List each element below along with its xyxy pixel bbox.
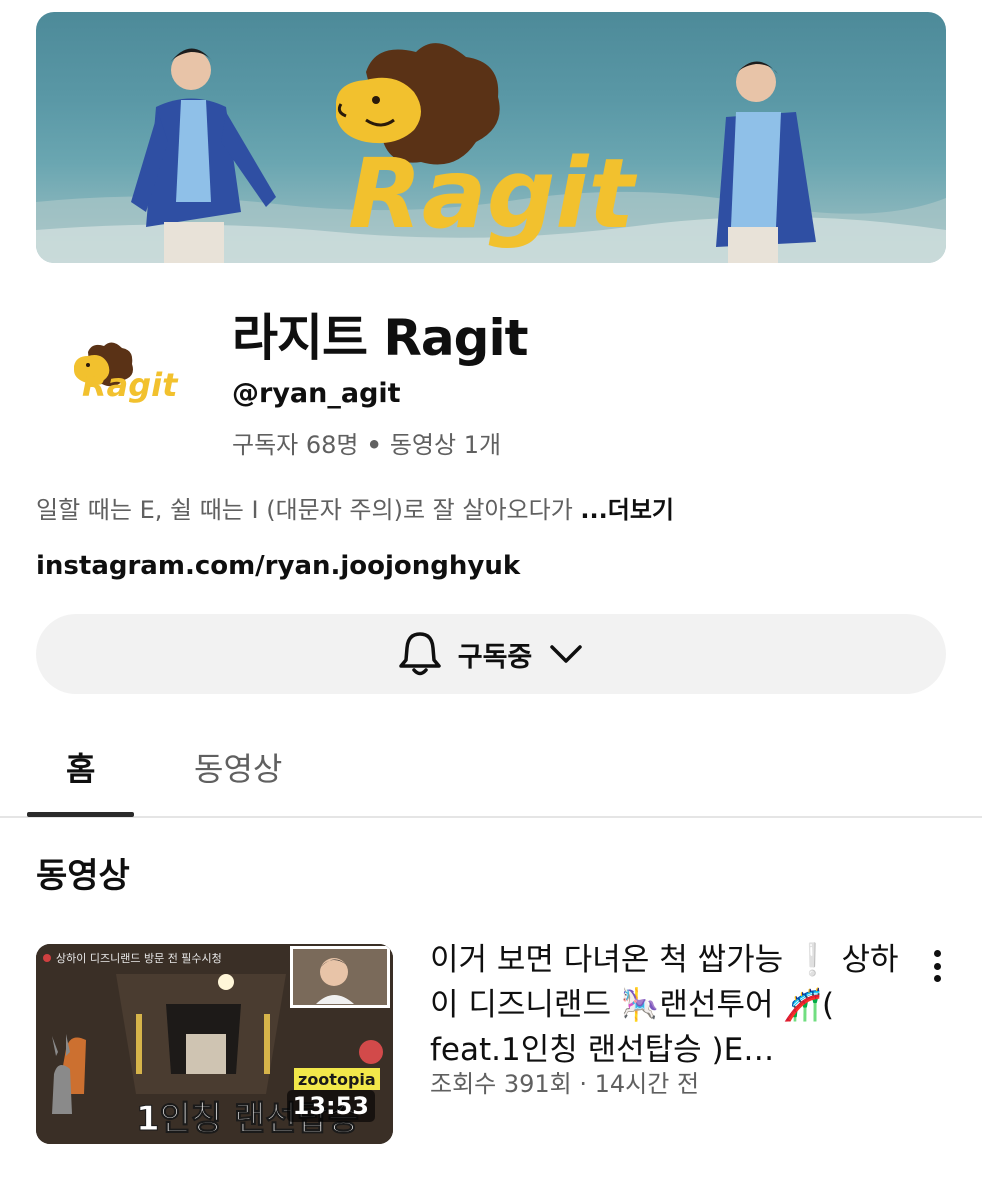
channel-title: 라지트 Ragit [232, 309, 528, 367]
video-meta: 조회수 391회 · 14시간 전 [430, 1070, 700, 1098]
chevron-down-icon [550, 645, 583, 663]
tab-videos[interactable]: 동영상 [194, 744, 282, 790]
svg-text:Ragit: Ragit [348, 138, 637, 250]
tab-home[interactable]: 홈 [66, 744, 95, 790]
svg-text:Ragit: Ragit [82, 366, 179, 404]
kebab-dot [933, 950, 941, 957]
channel-avatar[interactable]: Ragit [48, 312, 184, 448]
subscriber-count: 구독자 68명 [232, 431, 359, 459]
bell-icon [398, 632, 441, 676]
svg-text:상하이 디즈니랜드 방문 전 필수시청: 상하이 디즈니랜드 방문 전 필수시청 [56, 951, 222, 965]
video-thumbnail[interactable]: 상하이 디즈니랜드 방문 전 필수시청 zootopia 1인칭 랜선탑승 13… [36, 944, 393, 1144]
channel-description[interactable]: 일할 때는 E, 쉴 때는 I (대문자 주의)로 잘 살아오다가 ...더보기 [36, 490, 674, 525]
video-count: 동영상 1개 [389, 431, 502, 459]
stats-separator: • [366, 431, 382, 459]
subscribe-label: 구독중 [457, 641, 533, 673]
more-link[interactable]: ...더보기 [580, 496, 674, 524]
subscribe-button[interactable]: 구독중 [36, 614, 946, 694]
channel-stats: 구독자 68명 • 동영상 1개 [232, 425, 501, 460]
video-duration: 13:53 [286, 1090, 375, 1122]
banner-lion-logo: Ragit [336, 43, 637, 250]
channel-banner: Ragit [36, 12, 946, 263]
channel-tabs: 홈 동영상 [0, 720, 982, 818]
kebab-dot [933, 975, 941, 982]
kebab-dot [933, 962, 941, 970]
channel-link[interactable]: instagram.com/ryan.joojonghyuk [36, 551, 520, 581]
active-tab-indicator [27, 812, 134, 817]
more-options-icon[interactable] [922, 946, 952, 986]
channel-handle: @ryan_agit [232, 378, 401, 409]
svg-text:zootopia: zootopia [298, 1070, 376, 1089]
banner-person-right [716, 61, 816, 263]
video-title[interactable]: 이거 보면 다녀온 척 쌉가능 ❕ 상하이 디즈니랜드 🎠랜선투어 🎢( fea… [430, 938, 900, 1073]
section-title: 동영상 [36, 856, 130, 896]
description-text: 일할 때는 E, 쉴 때는 I (대문자 주의)로 잘 살아오다가 [36, 496, 581, 524]
